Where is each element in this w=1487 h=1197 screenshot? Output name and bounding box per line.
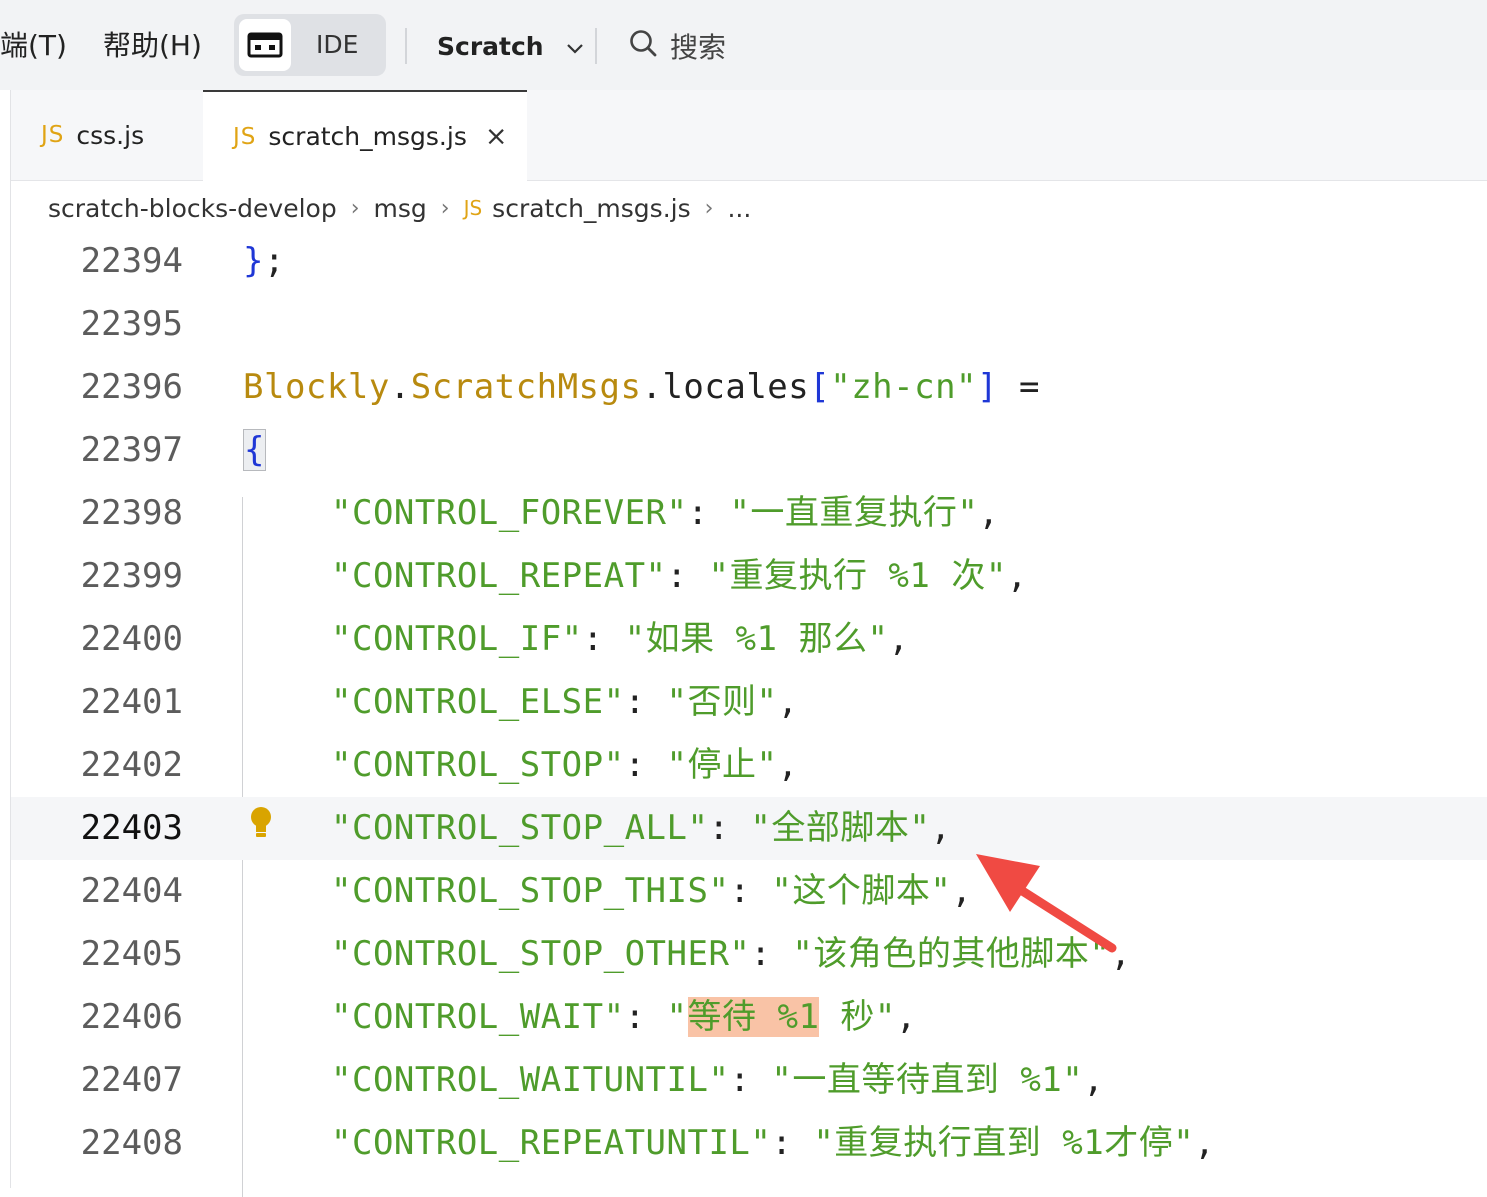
code-text: { xyxy=(243,419,266,482)
tab-label: scratch_msgs.js xyxy=(268,122,467,151)
lightbulb-icon[interactable] xyxy=(249,806,273,844)
tab-scratch-msgs-js[interactable]: JS scratch_msgs.js × xyxy=(203,90,527,181)
red-arrow-icon xyxy=(976,854,1117,953)
breadcrumb-more[interactable]: ... xyxy=(727,194,751,223)
line-number: 22404 xyxy=(80,871,183,911)
code-text: "CONTROL_ELSE": "否则", xyxy=(331,682,799,722)
main-toolbar: 端(T) 帮助(H) IDE Scratch 搜索 xyxy=(0,0,1487,90)
code-line-current[interactable]: 22403 "CONTROL_STOP_ALL": "全部脚本", xyxy=(11,797,1487,860)
search-label[interactable]: 搜索 xyxy=(670,26,726,66)
close-icon[interactable]: × xyxy=(485,121,508,152)
matched-brace: { xyxy=(243,429,266,471)
code-line[interactable]: 22400 "CONTROL_IF": "如果 %1 那么", xyxy=(11,608,1487,671)
line-number: 22397 xyxy=(80,430,183,470)
code-text: "CONTROL_REPEAT": "重复执行 %1 次", xyxy=(331,556,1028,596)
code-text: "CONTROL_FOREVER": "一直重复执行", xyxy=(331,493,1000,533)
project-name[interactable]: Scratch xyxy=(437,32,544,61)
code-line[interactable]: 22407 "CONTROL_WAITUNTIL": "一直等待直到 %1", xyxy=(11,1049,1487,1112)
code-text: "CONTROL_REPEATUNTIL": "重复执行直到 %1才停", xyxy=(331,1123,1216,1163)
js-file-icon: JS xyxy=(233,123,257,150)
editor-tabbar: JS css.js JS scratch_msgs.js × xyxy=(11,90,1487,181)
code-line[interactable]: 22399 "CONTROL_REPEAT": "重复执行 %1 次", xyxy=(11,545,1487,608)
code-text: Blockly.ScratchMsgs.locales["zh-cn"] = xyxy=(243,367,1040,407)
line-number: 22399 xyxy=(80,556,183,596)
line-number: 22394 xyxy=(80,241,183,281)
line-number: 22400 xyxy=(80,619,183,659)
code-text: "CONTROL_IF": "如果 %1 那么", xyxy=(331,619,910,659)
line-number: 22405 xyxy=(80,934,183,974)
code-editor[interactable]: 22394 }; 22395 22396 Blockly.ScratchMsgs… xyxy=(11,230,1487,1197)
menu-help[interactable]: 帮助(H) xyxy=(103,24,202,68)
code-line[interactable]: 22398 "CONTROL_FOREVER": "一直重复执行", xyxy=(11,482,1487,545)
code-text: "CONTROL_WAITUNTIL": "一直等待直到 %1", xyxy=(331,1060,1105,1100)
line-number: 22403 xyxy=(80,808,183,848)
chevron-right-icon: › xyxy=(350,195,360,221)
code-line[interactable]: 22397 { xyxy=(11,419,1487,482)
code-line[interactable]: 22408 "CONTROL_REPEATUNTIL": "重复执行直到 %1才… xyxy=(11,1112,1487,1175)
code-text: "CONTROL_STOP_THIS": "这个脚本", xyxy=(331,871,973,911)
chevron-right-icon: › xyxy=(704,195,714,221)
code-text: "CONTROL_STOP_ALL": "全部脚本", xyxy=(331,808,952,848)
breadcrumb-folder[interactable]: msg xyxy=(374,194,427,223)
code-window-icon[interactable] xyxy=(239,19,291,71)
js-file-icon: JS xyxy=(41,122,65,148)
line-number: 22407 xyxy=(80,1060,183,1100)
code-text: "CONTROL_STOP": "停止", xyxy=(331,745,799,785)
code-text: }; xyxy=(243,241,285,281)
line-number: 22396 xyxy=(80,367,183,407)
code-line[interactable]: 22394 }; xyxy=(11,230,1487,293)
menu-terminal[interactable]: 端(T) xyxy=(0,24,67,68)
search-button[interactable]: 搜索 xyxy=(628,20,726,72)
ide-toggle[interactable]: IDE xyxy=(234,14,386,76)
code-line[interactable]: 22406 "CONTROL_WAIT": "等待 %1 秒", xyxy=(11,986,1487,1049)
search-highlight: 等待 %1 xyxy=(687,997,820,1037)
code-line[interactable]: 22395 xyxy=(11,293,1487,356)
breadcrumb-file[interactable]: scratch_msgs.js xyxy=(492,194,690,223)
toolbar-divider xyxy=(405,28,407,64)
breadcrumb-root[interactable]: scratch-blocks-develop xyxy=(48,194,337,223)
line-number: 22398 xyxy=(80,493,183,533)
tab-label: css.js xyxy=(76,120,145,150)
editor-panel: JS css.js JS scratch_msgs.js × scratch-b… xyxy=(10,90,1487,1197)
toolbar-divider xyxy=(595,28,597,64)
code-line[interactable]: 22402 "CONTROL_STOP": "停止", xyxy=(11,734,1487,797)
line-number: 22402 xyxy=(80,745,183,785)
code-line[interactable]: 22404 "CONTROL_STOP_THIS": "这个脚本", xyxy=(11,860,1487,923)
code-text: "CONTROL_WAIT": "等待 %1 秒", xyxy=(331,997,917,1037)
line-number: 22406 xyxy=(80,997,183,1037)
line-number: 22401 xyxy=(80,682,183,722)
code-line[interactable]: 22405 "CONTROL_STOP_OTHER": "该角色的其他脚本", xyxy=(11,923,1487,986)
breadcrumb: scratch-blocks-develop › msg › JS scratc… xyxy=(48,188,751,228)
search-icon[interactable] xyxy=(628,28,658,65)
js-file-icon: JS xyxy=(463,196,483,220)
ide-label[interactable]: IDE xyxy=(316,14,358,76)
code-line[interactable]: 22401 "CONTROL_ELSE": "否则", xyxy=(11,671,1487,734)
line-number: 22408 xyxy=(80,1123,183,1163)
chevron-down-icon[interactable] xyxy=(566,32,584,61)
line-number: 22395 xyxy=(80,304,183,344)
chevron-right-icon: › xyxy=(440,195,450,221)
code-line[interactable]: 22396 Blockly.ScratchMsgs.locales["zh-cn… xyxy=(11,356,1487,419)
project-switcher[interactable]: Scratch xyxy=(437,20,584,72)
tab-css-js[interactable]: JS css.js xyxy=(11,90,203,180)
